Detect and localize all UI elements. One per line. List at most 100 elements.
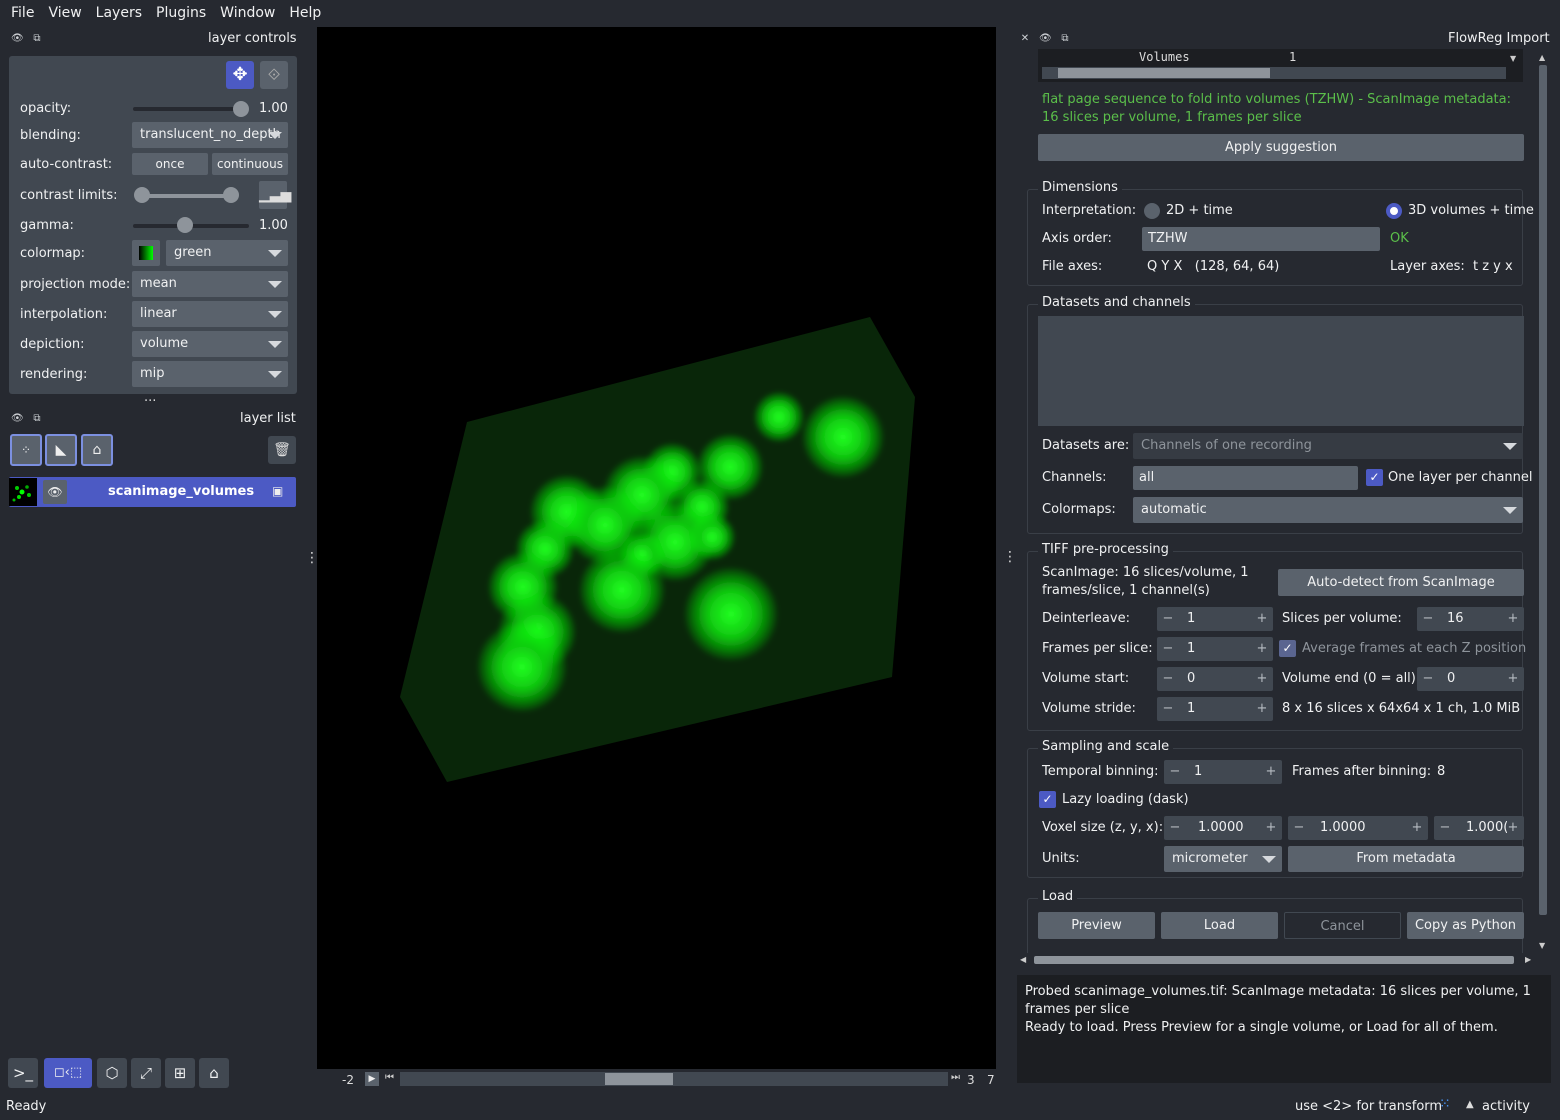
transform-icon[interactable]: ⟐ [260,61,288,89]
float-panel-icon[interactable]: ⧉ [31,33,43,45]
volume-render [400,317,915,782]
one-layer-checkbox[interactable]: ✓ [1366,469,1383,486]
decrement-icon: − [1162,611,1174,626]
gamma-slider-handle[interactable] [177,217,193,233]
scroll-right-icon[interactable]: ▶ [1525,955,1531,964]
contrast-max-handle[interactable] [223,187,239,203]
voxel-x-spinbox[interactable]: −1.000(+ [1434,816,1524,840]
dims-slider-thumb[interactable] [605,1073,673,1085]
depiction-select[interactable]: volume [132,331,288,357]
hide-panel-icon[interactable]: 👁 [11,413,24,425]
new-shapes-layer-icon[interactable]: ◣ [45,434,77,466]
contrast-min-handle[interactable] [134,187,150,203]
layer-name[interactable]: scanimage_volumes [108,484,254,499]
interpolation-select[interactable]: linear [132,301,288,327]
units-label: Units: [1042,851,1080,866]
menu-layers[interactable]: Layers [89,5,149,21]
scroll-down-icon[interactable]: ▼ [1510,54,1516,63]
voxel-y-spinbox[interactable]: −1.0000 + [1288,816,1428,840]
rendering-select[interactable]: mip [132,361,288,387]
panel-vscroll-thumb[interactable] [1539,65,1547,915]
datasets-are-select[interactable]: Channels of one recording [1133,433,1523,459]
one-layer-label[interactable]: One layer per channel [1388,470,1533,485]
channels-input[interactable]: all [1133,466,1358,490]
contrast-limits-slider[interactable] [140,194,232,198]
hide-panel-icon[interactable]: 👁 [11,33,24,45]
console-icon[interactable]: >_ [8,1058,38,1088]
pan-zoom-icon[interactable]: ✥ [226,61,254,89]
preview-button[interactable]: Preview [1038,912,1155,939]
ndisplay-toggle-icon[interactable]: ◻‹⬚ [44,1058,92,1088]
hide-panel-icon[interactable]: 👁 [1039,33,1052,45]
delete-layer-icon[interactable]: 🗑 [268,436,296,464]
layer-list-title: layer list [240,411,296,426]
home-icon[interactable]: ⌂ [199,1058,229,1088]
radio-2d-time[interactable] [1144,203,1160,219]
average-checkbox[interactable]: ✓ [1279,640,1296,657]
panel-vscroll[interactable]: ▲ ▼ [1536,49,1550,954]
grid-icon[interactable]: ⊞ [165,1058,195,1088]
radio-2d-time-label[interactable]: 2D + time [1166,203,1233,218]
layer-list-item[interactable]: 👁 scanimage_volumes ▣ [9,477,296,507]
splitter-handle[interactable]: ... [144,390,156,405]
volume-start-spinbox[interactable]: −0 + [1157,667,1273,691]
chevron-up-icon[interactable]: ▲ [1466,1099,1474,1110]
decrement-icon: − [1162,641,1174,656]
close-dock-icon[interactable]: ✕ [1019,33,1031,45]
visibility-eye-icon[interactable]: 👁 [43,480,67,504]
autocontrast-continuous-button[interactable]: continuous [212,153,288,175]
step-forward-icon[interactable]: ⏭ [951,1072,960,1083]
menu-view[interactable]: View [41,5,88,21]
roll-axes-icon[interactable]: ⬡ [97,1058,127,1088]
slices-spinbox[interactable]: −16 + [1417,607,1524,631]
scroll-down-icon[interactable]: ▼ [1539,941,1545,950]
temporal-binning-spinbox[interactable]: −1 + [1164,760,1282,784]
axis-order-input[interactable]: TZHW [1142,227,1380,251]
autocontrast-once-button[interactable]: once [132,153,208,175]
volume-end-spinbox[interactable]: −0 + [1417,667,1524,691]
float-panel-icon[interactable]: ⧉ [1059,33,1071,45]
load-button[interactable]: Load [1161,912,1278,939]
frames-per-slice-spinbox[interactable]: −1 + [1157,637,1273,661]
menu-file[interactable]: File [4,5,41,21]
play-icon[interactable]: ▶ [365,1072,379,1086]
probe-table-hscroll[interactable] [1042,67,1506,79]
scroll-up-icon[interactable]: ▲ [1539,53,1545,62]
step-back-icon[interactable]: ⏮ [385,1072,394,1083]
right-dock-splitter-icon[interactable]: ⋮ [1003,549,1017,565]
transpose-icon[interactable]: ⤢ [131,1058,161,1088]
float-panel-icon[interactable]: ⧉ [31,413,43,425]
opacity-slider-handle[interactable] [233,101,249,117]
dims-slider[interactable] [400,1072,948,1086]
menu-help[interactable]: Help [282,5,328,21]
lazy-loading-checkbox[interactable]: ✓ [1039,791,1056,808]
new-labels-layer-icon[interactable]: ⌂ [81,434,113,466]
from-metadata-button[interactable]: From metadata [1288,846,1524,872]
deinterleave-spinbox[interactable]: −1 + [1157,607,1273,631]
cancel-button[interactable]: Cancel [1284,912,1401,939]
histogram-icon[interactable]: ▁▃▅ [259,181,291,209]
new-points-layer-icon[interactable]: ⁘ [10,434,42,466]
lazy-loading-label[interactable]: Lazy loading (dask) [1062,792,1189,807]
menu-window[interactable]: Window [213,5,282,21]
colormap-select[interactable]: green [166,240,288,266]
radio-3d-time-label[interactable]: 3D volumes + time [1408,203,1534,218]
blending-select[interactable]: translucent_no_depth [132,122,288,148]
activity-button[interactable]: activity [1482,1099,1530,1114]
opacity-slider[interactable] [133,107,249,111]
autodetect-button[interactable]: Auto-detect from ScanImage [1278,569,1524,596]
viewer-canvas[interactable] [317,27,996,1069]
panel-hscroll-thumb[interactable] [1034,956,1514,964]
menu-plugins[interactable]: Plugins [149,5,213,21]
datasets-list[interactable] [1038,316,1524,426]
volume-stride-spinbox[interactable]: −1 + [1157,697,1273,721]
colormaps-select[interactable]: automatic [1133,497,1523,523]
radio-3d-time[interactable] [1386,203,1402,219]
scroll-left-icon[interactable]: ◀ [1020,955,1026,964]
projection-select[interactable]: mean [132,271,288,297]
panel-hscroll[interactable]: ◀ ▶ [1017,953,1536,967]
copy-python-button[interactable]: Copy as Python [1407,912,1524,939]
apply-suggestion-button[interactable]: Apply suggestion [1038,134,1524,161]
units-select[interactable]: micrometer [1164,846,1282,872]
voxel-z-spinbox[interactable]: −1.0000 + [1164,816,1282,840]
